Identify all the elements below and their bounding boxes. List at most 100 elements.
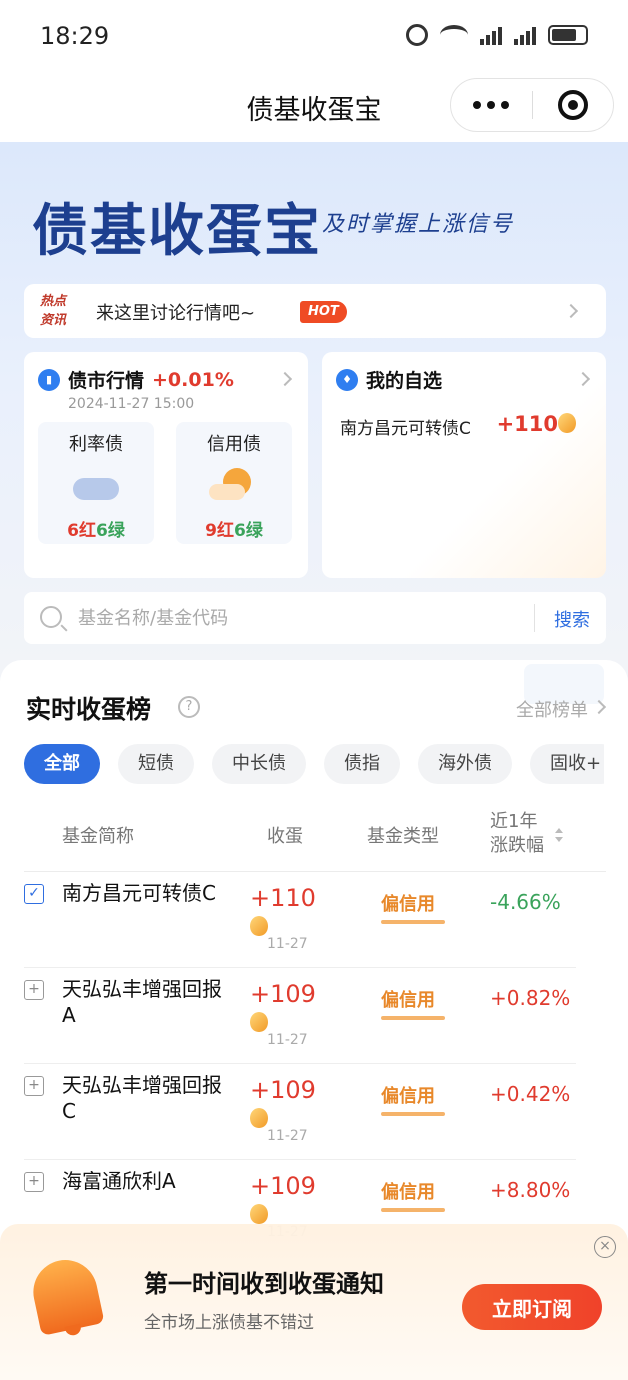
all-rankings-link[interactable]: 全部榜单 — [516, 696, 588, 722]
col-change[interactable]: 近1年涨跌幅 — [490, 810, 554, 858]
add-watchlist-button[interactable]: + — [24, 1172, 44, 1192]
watchlist-title: 我的自选 — [366, 370, 443, 392]
add-watchlist-button[interactable]: + — [24, 980, 44, 1000]
fund-type: 偏信用 — [381, 894, 435, 915]
brand-logo: 债基收蛋宝 — [32, 199, 322, 264]
add-watchlist-button[interactable]: + — [24, 1076, 44, 1096]
wifi-icon — [440, 25, 468, 45]
news-tag: 热点资讯 — [40, 294, 67, 328]
fund-name: 海富通欣利A — [62, 1169, 176, 1193]
market-card[interactable]: ▮ 债市行情 +0.01% 2024-11-27 15:00 利率债 6红6绿 … — [24, 352, 308, 578]
alarm-icon — [406, 24, 428, 46]
chevron-right-icon — [575, 371, 591, 387]
egg-count: +109 11-27 — [250, 980, 316, 1048]
chevron-right-icon — [277, 371, 293, 387]
egg-icon — [250, 1108, 268, 1128]
hot-badge: HOT — [300, 301, 347, 323]
tab-mid-long-bond[interactable]: 中长债 — [212, 744, 306, 784]
subscribe-banner: 第一时间收到收蛋通知 全市场上涨债基不错过 立即订阅 × — [0, 1224, 628, 1380]
fund-name: 天弘弘丰增强回报A — [62, 977, 222, 1027]
market-datetime: 2024-11-27 15:00 — [68, 396, 195, 412]
rate-bond-count: 6红6绿 — [67, 521, 125, 541]
fund-change: +0.42% — [490, 1082, 571, 1106]
fund-type: 偏信用 — [381, 990, 435, 1011]
type-underline — [381, 1112, 445, 1116]
type-underline — [381, 1208, 445, 1212]
col-name: 基金简称 — [62, 826, 134, 847]
watchlist-card[interactable]: ♦ 我的自选 南方昌元可转债C +110 — [322, 352, 606, 578]
subscribe-subtitle: 全市场上涨债基不错过 — [144, 1313, 314, 1333]
fund-name: 天弘弘丰增强回报C — [62, 1073, 222, 1123]
brand-slogan: 及时掌握上涨信号 — [322, 212, 515, 237]
col-type: 基金类型 — [367, 826, 439, 847]
search-input[interactable] — [78, 604, 518, 632]
egg-icon — [250, 1204, 268, 1224]
egg-count: +109 11-27 — [250, 1076, 316, 1144]
credit-bond-count: 9红6绿 — [205, 521, 263, 541]
tab-overseas-bond[interactable]: 海外债 — [418, 744, 512, 784]
subscribe-button[interactable]: 立即订阅 — [462, 1284, 602, 1330]
watchlist-header: ♦ 我的自选 — [336, 366, 442, 393]
search-button[interactable]: 搜索 — [554, 606, 590, 632]
table-row[interactable]: + 天弘弘丰增强回报C +109 11-27 偏信用 +0.42% — [24, 1064, 576, 1160]
egg-count: +110 11-27 — [250, 884, 316, 952]
fund-type: 偏信用 — [381, 1182, 435, 1203]
rate-bond-label: 利率债 — [69, 434, 123, 455]
watchlist-item-eggs: +110 — [497, 412, 576, 436]
chevron-right-icon — [563, 303, 579, 319]
sun-icon — [209, 466, 259, 506]
rate-bond-tile[interactable]: 利率债 6红6绿 — [38, 422, 154, 544]
news-bar[interactable]: 热点资讯 来这里讨论行情吧~ HOT — [24, 284, 606, 338]
type-underline — [381, 920, 445, 924]
search-divider — [534, 604, 535, 632]
search-icon — [40, 606, 62, 628]
tab-bond-index[interactable]: 债指 — [324, 744, 400, 784]
fund-type: 偏信用 — [381, 1086, 435, 1107]
market-change: +0.01% — [152, 368, 234, 391]
mini-program-capsule — [450, 78, 614, 132]
type-underline — [381, 1016, 445, 1020]
table-header: 基金简称 收蛋 基金类型 近1年涨跌幅 — [24, 800, 606, 872]
status-bar: 18:29 — [0, 0, 628, 72]
ranking-title: 实时收蛋榜 — [26, 695, 152, 724]
bookmark-icon: ♦ — [336, 368, 358, 391]
fund-change: +8.80% — [490, 1178, 571, 1202]
col-eggs: 收蛋 — [267, 826, 303, 847]
tab-all[interactable]: 全部 — [24, 744, 100, 784]
signal-icon-2 — [514, 25, 536, 45]
table-row[interactable]: ✓ 南方昌元可转债C +110 11-27 偏信用 -4.66% — [24, 872, 576, 968]
egg-icon — [250, 916, 268, 936]
fund-name: 南方昌元可转债C — [62, 881, 216, 905]
tab-short-bond[interactable]: 短债 — [118, 744, 194, 784]
market-card-header: ▮ 债市行情 +0.01% — [38, 366, 234, 393]
help-icon[interactable]: ? — [178, 696, 200, 718]
fund-change: -4.66% — [490, 890, 561, 914]
status-icons — [406, 24, 588, 46]
more-icon[interactable] — [451, 101, 532, 109]
cloud-icon — [71, 466, 121, 506]
battery-icon — [548, 25, 588, 45]
signal-icon — [480, 25, 502, 45]
target-icon — [557, 90, 588, 120]
status-time: 18:29 — [40, 22, 110, 50]
credit-bond-label: 信用债 — [207, 434, 261, 455]
egg-icon — [558, 413, 576, 433]
subscribe-title: 第一时间收到收蛋通知 — [144, 1270, 384, 1298]
market-title: 债市行情 — [68, 370, 145, 392]
chart-icon: ▮ — [38, 368, 60, 391]
egg-icon — [250, 1012, 268, 1032]
category-tabs: 全部 短债 中长债 债指 海外债 固收+ — [24, 744, 604, 784]
watchlist-item-name[interactable]: 南方昌元可转债C — [340, 414, 471, 439]
table-row[interactable]: + 天弘弘丰增强回报A +109 11-27 偏信用 +0.82% — [24, 968, 576, 1064]
nav-bar: 债基收蛋宝 — [0, 72, 628, 142]
credit-bond-tile[interactable]: 信用债 9红6绿 — [176, 422, 292, 544]
news-text: 来这里讨论行情吧~ — [96, 303, 256, 324]
search-bar: 搜索 — [24, 592, 606, 644]
sort-icon[interactable] — [555, 828, 563, 842]
close-mini-program-button[interactable] — [533, 90, 614, 120]
bell-icon — [27, 1254, 105, 1336]
watchlist-checkbox[interactable]: ✓ — [24, 884, 44, 904]
fund-change: +0.82% — [490, 986, 571, 1010]
tab-fixed-income-plus[interactable]: 固收+ — [530, 744, 604, 784]
close-icon[interactable]: × — [594, 1236, 616, 1258]
